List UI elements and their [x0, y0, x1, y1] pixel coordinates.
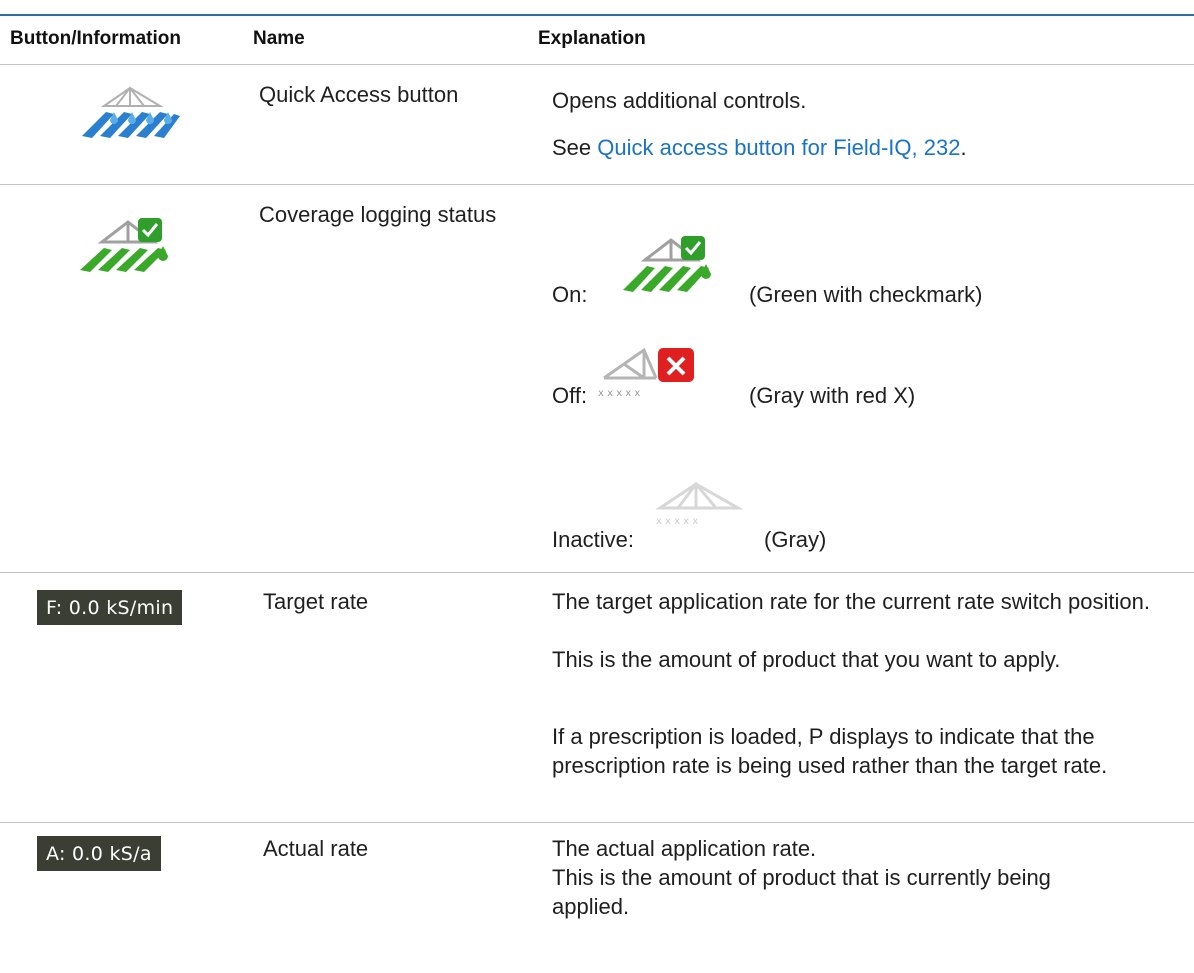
actual-rate-readout: A: 0.0 kS/a — [37, 836, 161, 871]
row-name-actual-rate: Actual rate — [263, 836, 369, 861]
coverage-inactive-desc: (Gray) — [764, 527, 827, 552]
coverage-inactive-icon: x x x x x — [655, 481, 744, 527]
row-divider-1 — [0, 184, 1194, 185]
coverage-on-icon — [623, 236, 711, 292]
row-actual-line2: This is the amount of product that is cu… — [552, 865, 1051, 919]
target-rate-readout: F: 0.0 kS/min — [37, 590, 183, 625]
column-header-explanation: Explanation — [538, 28, 646, 49]
coverage-logging-on-icon — [80, 218, 168, 272]
svg-text:x x x x x: x x x x x — [656, 516, 698, 527]
coverage-inactive-label: Inactive: — [552, 527, 634, 552]
row-actual-line1: The actual application rate. — [552, 836, 817, 861]
row-name-quick-access: Quick Access button — [259, 82, 459, 107]
row-divider-3 — [0, 822, 1194, 823]
row-target-line2: This is the amount of product that you w… — [552, 647, 1061, 672]
coverage-off-icon: x x x x x — [598, 347, 694, 399]
row-text-quick-access: Opens additional controls. — [552, 88, 807, 113]
row-see-quick-access: See Quick access button for Field-IQ, 23… — [552, 133, 967, 162]
see-prefix: See — [552, 135, 598, 160]
coverage-on-label: On: — [552, 282, 588, 307]
quick-access-boom-icon — [82, 86, 180, 138]
row-name-target-rate: Target rate — [263, 589, 369, 614]
quick-access-link[interactable]: Quick access button for Field-IQ, 232 — [597, 135, 960, 160]
document-page: Button/Information Name Explanation Quic… — [0, 0, 1194, 973]
svg-text:x x x x x: x x x x x — [598, 388, 640, 399]
row-target-line3: If a prescription is loaded, P displays … — [552, 724, 1108, 778]
see-suffix: . — [960, 135, 967, 160]
column-header-name: Name — [253, 28, 305, 49]
row-divider-2 — [0, 572, 1194, 573]
row-name-coverage: Coverage logging status — [259, 202, 497, 227]
table-top-rule — [0, 14, 1194, 16]
row-target-line1: The target application rate for the curr… — [552, 589, 1150, 614]
column-header-button: Button/Information — [10, 28, 181, 49]
coverage-on-desc: (Green with checkmark) — [749, 282, 983, 307]
coverage-off-label: Off: — [552, 383, 588, 408]
coverage-off-desc: (Gray with red X) — [749, 383, 916, 408]
header-divider — [0, 64, 1194, 65]
